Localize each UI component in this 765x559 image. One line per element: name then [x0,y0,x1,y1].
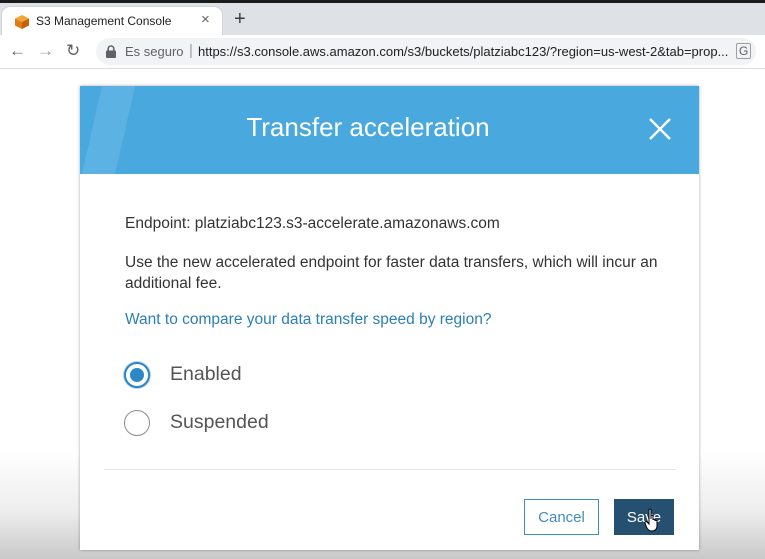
tab-strip: S3 Management Console × + [0,3,765,35]
translate-icon[interactable]: G [736,43,752,59]
compare-speed-link[interactable]: Want to compare your data transfer speed… [125,311,491,329]
browser-tab[interactable]: S3 Management Console × [2,7,222,35]
close-icon[interactable] [648,117,672,141]
lock-icon [106,45,116,58]
radio-enabled-label: Enabled [170,363,242,385]
description-text: Use the new accelerated endpoint for fas… [125,254,658,292]
aws-s3-cube-icon [15,15,29,29]
forward-button[interactable]: → [37,41,54,61]
transfer-acceleration-dialog: Transfer acceleration Endpoint: platziab… [80,86,699,550]
browser-toolbar: ← → ↻ Es seguro | https://s3.console.aws… [0,35,765,69]
radio-suspended-label: Suspended [170,411,269,433]
new-tab-button[interactable]: + [234,8,246,30]
dialog-title: Transfer acceleration [246,112,490,142]
tab-close-icon[interactable]: × [201,12,210,28]
security-label: Es seguro [125,44,184,59]
radio-checked-icon[interactable] [124,362,150,388]
cancel-button[interactable]: Cancel [524,499,599,535]
address-bar[interactable]: Es seguro | https://s3.console.aws.amazo… [96,38,756,65]
url-separator: | [189,42,193,59]
endpoint-text: Endpoint: platziabc123.s3-accelerate.ama… [125,215,500,232]
dialog-header: Transfer acceleration [80,86,699,174]
url-text[interactable]: https://s3.console.aws.amazon.com/s3/buc… [198,44,728,59]
footer-divider [104,469,676,470]
radio-unchecked-icon[interactable] [124,410,150,436]
tab-title: S3 Management Console [36,14,172,28]
back-button[interactable]: ← [9,41,26,61]
hand-pointer-icon [644,508,658,532]
reload-button[interactable]: ↻ [66,41,80,61]
